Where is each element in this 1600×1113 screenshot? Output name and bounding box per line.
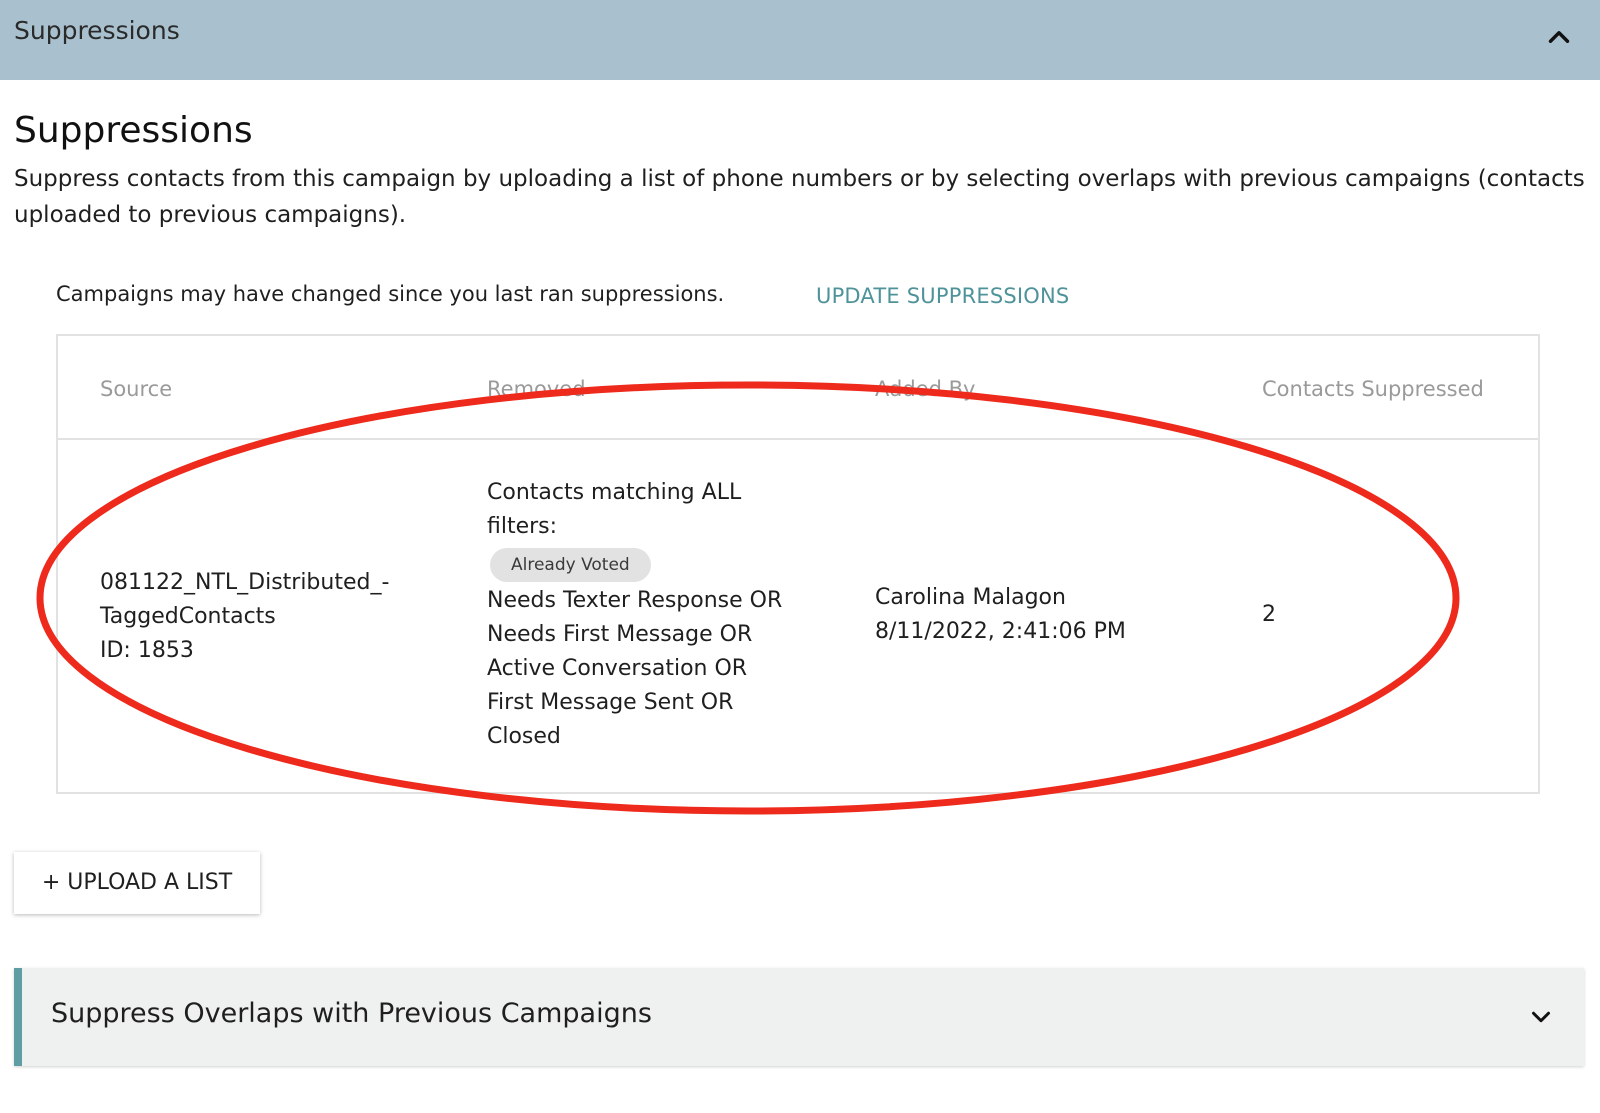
status-filter: Needs Texter Response OR — [487, 588, 783, 613]
source-cell: 081122_NTL_Distributed_- TaggedContacts … — [100, 566, 460, 668]
removed-intro-line: Contacts matching ALL — [487, 480, 742, 505]
status-filter: Active Conversation OR — [487, 656, 748, 681]
suppressions-accordion-header[interactable]: Suppressions — [0, 0, 1600, 80]
removed-intro-line: filters: — [487, 514, 558, 539]
overlap-panel-title: Suppress Overlaps with Previous Campaign… — [51, 998, 652, 1029]
page-description: Suppress contacts from this campaign by … — [14, 166, 1585, 228]
status-filter: Needs First Message OR — [487, 622, 753, 647]
status-filter: Closed — [487, 724, 561, 749]
status-filter: First Message Sent OR — [487, 690, 734, 715]
header-divider — [58, 438, 1538, 440]
removed-cell: Contacts matching ALL filters: Already V… — [487, 476, 827, 754]
tag-chip: Already Voted — [490, 548, 651, 582]
column-header-source: Source — [100, 377, 173, 401]
changed-notice: Campaigns may have changed since you las… — [56, 282, 725, 306]
suppress-overlaps-accordion[interactable]: Suppress Overlaps with Previous Campaign… — [14, 968, 1584, 1066]
added-by-date: 8/11/2022, 2:41:06 PM — [875, 619, 1126, 644]
accordion-title: Suppressions — [14, 16, 180, 45]
source-name-line: 081122_NTL_Distributed_- — [100, 570, 390, 595]
contacts-suppressed-count: 2 — [1262, 602, 1276, 627]
column-header-contacts-suppressed: Contacts Suppressed — [1262, 377, 1484, 401]
upload-list-button[interactable]: + UPLOAD A LIST — [14, 852, 260, 914]
column-header-removed: Removed — [487, 377, 586, 401]
column-header-added-by: Added By — [875, 377, 976, 401]
chevron-up-icon[interactable] — [1542, 20, 1576, 54]
page-title: Suppressions — [14, 110, 253, 151]
added-by-cell: Carolina Malagon 8/11/2022, 2:41:06 PM — [875, 581, 1205, 649]
suppressions-table: Source Removed Added By Contacts Suppres… — [56, 334, 1540, 794]
source-id: ID: 1853 — [100, 638, 194, 663]
added-by-name: Carolina Malagon — [875, 585, 1066, 610]
source-name-line: TaggedContacts — [100, 604, 276, 629]
chevron-down-icon[interactable] — [1526, 1002, 1556, 1032]
update-suppressions-button[interactable]: UPDATE SUPPRESSIONS — [816, 284, 1069, 308]
